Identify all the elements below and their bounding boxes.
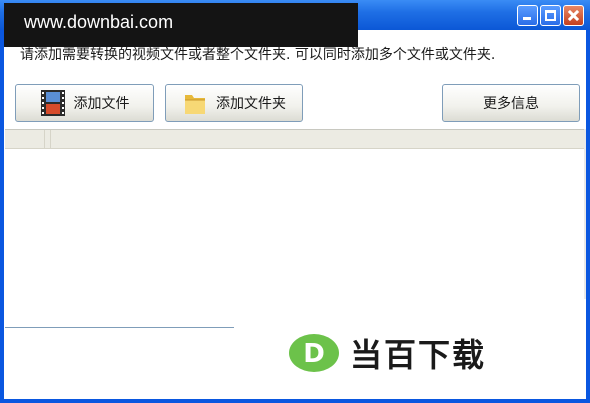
title-bar-buttons	[517, 5, 584, 26]
minimize-button[interactable]	[517, 5, 538, 26]
more-info-label: 更多信息	[483, 96, 539, 112]
logo-text: 当百下载	[350, 336, 487, 374]
film-strip-icon	[40, 89, 66, 117]
add-file-label: 添加文件	[73, 96, 130, 112]
site-watermark: www.downbai.com	[4, 3, 358, 47]
file-list-header	[5, 130, 585, 149]
window-frame-bottom	[0, 399, 590, 403]
more-info-button[interactable]: 更多信息	[442, 84, 580, 122]
site-logo: D 当百下载	[288, 333, 487, 374]
logo-mark-icon: D	[289, 334, 339, 372]
file-list[interactable]	[5, 129, 585, 328]
folder-icon	[182, 89, 208, 117]
window-frame-right	[586, 30, 590, 403]
maximize-icon	[545, 10, 556, 21]
minimize-icon	[523, 17, 531, 20]
add-file-button[interactable]: 添加文件	[15, 84, 154, 122]
list-bottom-border	[5, 327, 234, 328]
list-column-2[interactable]	[45, 130, 51, 148]
instruction-text: 请添加需要转换的视频文件或者整个文件夹. 可以同时添加多个文件或文件夹.	[20, 47, 496, 63]
add-folder-button[interactable]: 添加文件夹	[165, 84, 303, 122]
close-button[interactable]	[563, 5, 584, 26]
list-column-1[interactable]	[5, 130, 45, 148]
logo-letter: D	[303, 339, 325, 369]
add-folder-label: 添加文件夹	[216, 96, 286, 112]
file-list-body[interactable]	[5, 149, 585, 327]
list-right-edge	[584, 129, 586, 299]
close-icon	[564, 6, 583, 25]
maximize-button[interactable]	[540, 5, 561, 26]
